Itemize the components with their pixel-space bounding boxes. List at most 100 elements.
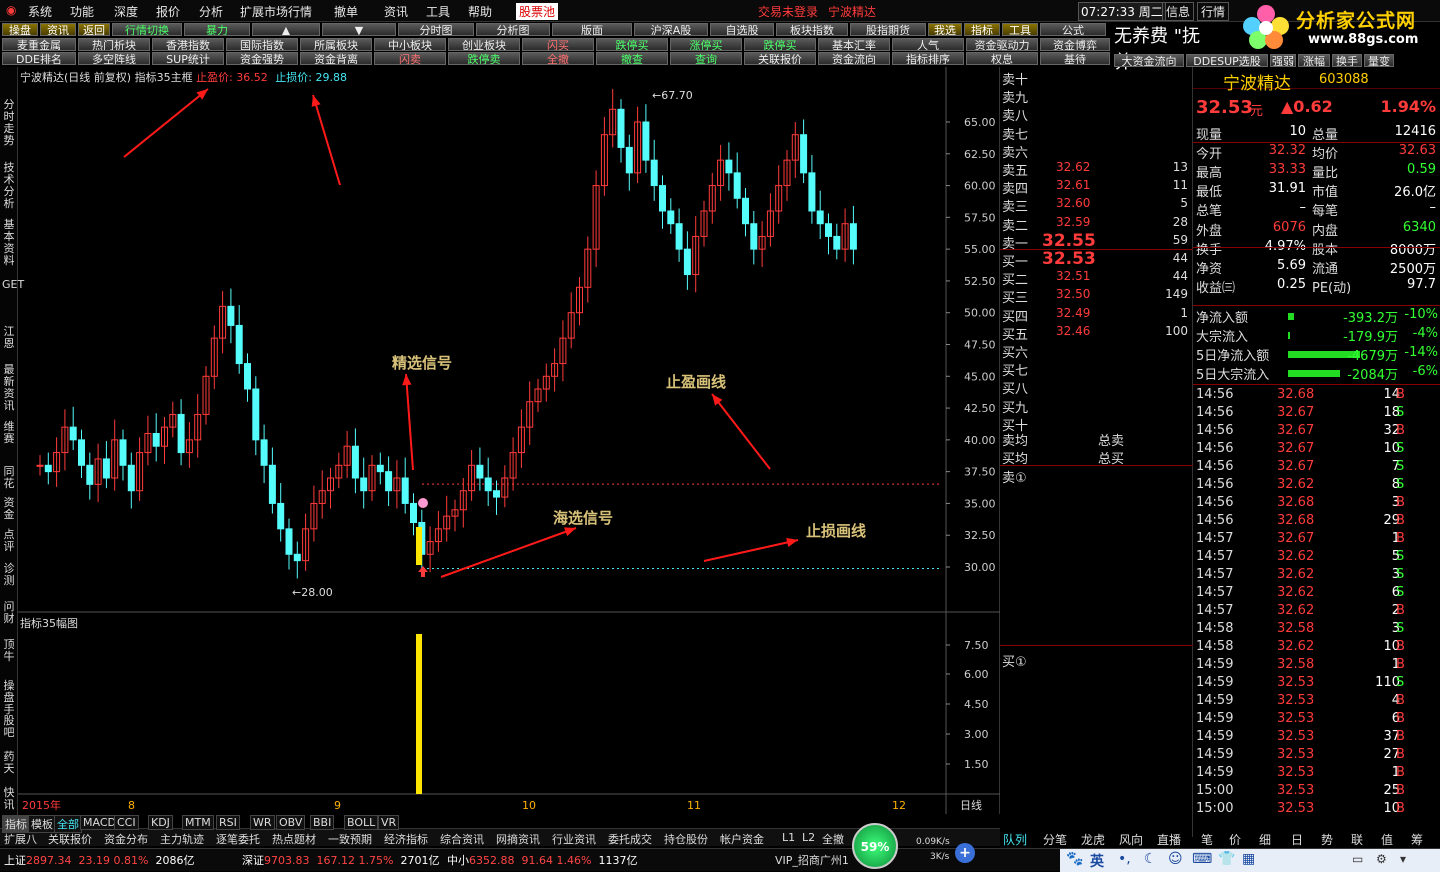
row2-btn-13[interactable]: 资金驱动力 (966, 38, 1038, 51)
right-tab-1[interactable]: 分笔 (1043, 831, 1067, 848)
right-tab-12[interactable]: 筹 (1411, 831, 1423, 848)
ob-price-10[interactable]: 32.53 (1042, 249, 1096, 269)
right-btn-5[interactable]: 量变 (1364, 54, 1394, 67)
right-tab-0[interactable]: 队列 (1003, 831, 1027, 848)
dropdown-icon[interactable]: ▾ (1400, 852, 1406, 866)
chart-area[interactable]: 宁波精达(日线 前复权) 指标35主框 止盈价: 36.52 止损价: 29.8… (18, 67, 1000, 814)
smile-icon[interactable]: ☺ (1168, 851, 1183, 867)
row1-btn-0[interactable]: 操盘 (2, 23, 38, 36)
menu-4[interactable]: 分析 (199, 3, 223, 20)
rail-item-4[interactable]: 江恩 (2, 326, 16, 350)
bottom-menu-3[interactable]: 主力轨迹 (160, 831, 204, 847)
bottom-menu-1[interactable]: 关联报价 (48, 831, 92, 847)
keyboard-icon[interactable]: ⌨ (1192, 851, 1212, 867)
paw-icon[interactable]: 🐾 (1066, 851, 1083, 867)
row2-btn-8[interactable]: 跌停买 (596, 38, 668, 51)
row1-btn-3[interactable]: 行情切换 (112, 23, 182, 36)
row1-btn-1[interactable]: 资讯 (40, 23, 76, 36)
user-icon[interactable]: 👕 (1218, 851, 1235, 867)
right-tab-10[interactable]: 联 (1351, 831, 1363, 848)
app-icon[interactable]: ◉ (6, 3, 16, 17)
rail-item-16[interactable]: 快讯 (2, 787, 16, 811)
row1-btn-5[interactable]: ▲ (252, 23, 320, 36)
window-icon[interactable]: ▭ (1352, 852, 1363, 866)
row1-btn-7[interactable]: 分时图 (398, 23, 474, 36)
settings-icon[interactable]: ⚙ (1376, 852, 1387, 866)
row1-btn-17[interactable]: 公式 (1040, 23, 1106, 36)
row1-btn-8[interactable]: 分析图 (476, 23, 550, 36)
bottom-menu-2[interactable]: 资金分布 (104, 831, 148, 847)
row3-btn-11[interactable]: 资金流向 (818, 52, 890, 65)
ob-price-7[interactable]: 32.60 (1056, 196, 1090, 210)
ob-price-11[interactable]: 32.51 (1056, 269, 1090, 283)
rail-item-1[interactable]: 技术分析 (2, 162, 16, 210)
rail-item-9[interactable]: 点评 (2, 529, 16, 553)
right-tab-2[interactable]: 龙虎 (1081, 831, 1105, 848)
bottom-menu-6[interactable]: 一致预期 (328, 831, 372, 847)
grid-icon[interactable]: ▦ (1242, 851, 1255, 867)
row3-btn-1[interactable]: 多空阵线 (78, 52, 150, 65)
speed-gauge[interactable]: 59% (852, 823, 898, 869)
rail-item-6[interactable]: 维赛 (2, 421, 16, 445)
row1-btn-11[interactable]: 自选股 (710, 23, 774, 36)
row3-btn-12[interactable]: 指标排序 (892, 52, 964, 65)
right-btn-1[interactable]: DDESUP选股 (1186, 54, 1268, 67)
row2-btn-3[interactable]: 国际指数 (226, 38, 298, 51)
right-tab-9[interactable]: 势 (1321, 831, 1333, 848)
row3-btn-5[interactable]: 闪卖 (374, 52, 446, 65)
bottom-menu-0[interactable]: 扩展八 (4, 831, 37, 847)
row2-btn-2[interactable]: 香港指数 (152, 38, 224, 51)
row3-btn-10[interactable]: 关联报价 (744, 52, 816, 65)
ime-mode[interactable]: 英 (1090, 851, 1104, 871)
info-button[interactable]: 信息 (1162, 2, 1195, 21)
rail-item-13[interactable]: 操盘手 (2, 680, 16, 716)
right-btn-3[interactable]: 涨幅 (1298, 54, 1330, 67)
row1-btn-6[interactable]: ▼ (322, 23, 396, 36)
row1-btn-15[interactable]: 指标 (964, 23, 1000, 36)
row1-btn-9[interactable]: 版面 (552, 23, 632, 36)
row2-btn-5[interactable]: 中小板块 (374, 38, 446, 51)
bottom-menu-8[interactable]: 综合资讯 (440, 831, 484, 847)
rail-item-7[interactable]: 同花 (2, 466, 16, 490)
rail-item-5[interactable]: 最新资讯 (2, 364, 16, 412)
rail-item-10[interactable]: 诊测 (2, 563, 16, 587)
bottom-menu-12[interactable]: 持仓股份 (664, 831, 708, 847)
menu-9[interactable]: 帮助 (468, 3, 492, 20)
row1-btn-4[interactable]: 暴力 (184, 23, 250, 36)
right-tab-8[interactable]: 日 (1291, 831, 1303, 848)
ob-price-9[interactable]: 32.55 (1042, 231, 1096, 251)
menu-1[interactable]: 功能 (70, 3, 94, 20)
row3-btn-13[interactable]: 权息 (966, 52, 1038, 65)
bottom-menu-16[interactable]: 全撤 (822, 831, 844, 847)
row1-btn-2[interactable]: 返回 (78, 23, 110, 36)
row2-btn-12[interactable]: 人气 (892, 38, 964, 51)
bottom-menu-13[interactable]: 帐户资金 (720, 831, 764, 847)
menu-7[interactable]: 资讯 (384, 3, 408, 20)
right-tab-11[interactable]: 值 (1381, 831, 1393, 848)
right-tab-7[interactable]: 细 (1259, 831, 1271, 848)
bottom-menu-9[interactable]: 网摘资讯 (496, 831, 540, 847)
ob-price-6[interactable]: 32.61 (1056, 178, 1090, 192)
ob-price-13[interactable]: 32.49 (1056, 306, 1090, 320)
ob-price-5[interactable]: 32.62 (1056, 160, 1090, 174)
rail-item-2[interactable]: 基本资料 (2, 219, 16, 267)
ob-price-14[interactable]: 32.46 (1056, 324, 1090, 338)
row2-btn-1[interactable]: 热门析块 (78, 38, 150, 51)
row3-btn-0[interactable]: DDE排名 (2, 52, 76, 65)
add-icon[interactable]: + (955, 843, 975, 863)
row3-btn-4[interactable]: 资金背离 (300, 52, 372, 65)
candlestick-chart[interactable]: 65.00 62.50 60.00 57.50 55.00 52.50 50.00 47.50… (18, 67, 1000, 814)
row3-btn-9[interactable]: 查询 (670, 52, 742, 65)
right-btn-2[interactable]: 强弱 (1270, 54, 1296, 67)
row2-btn-0[interactable]: 麦重金属 (2, 38, 76, 51)
bottom-menu-7[interactable]: 经济指标 (384, 831, 428, 847)
bottom-menu-15[interactable]: L2 (802, 831, 815, 844)
row2-btn-7[interactable]: 闪买 (522, 38, 594, 51)
rail-item-14[interactable]: 股吧 (2, 715, 16, 739)
menu-8[interactable]: 工具 (426, 3, 450, 20)
menu-5[interactable]: 扩展市场行情 (240, 3, 312, 20)
rail-item-11[interactable]: 问财 (2, 601, 16, 625)
bottom-menu-5[interactable]: 热点题材 (272, 831, 316, 847)
rail-item-15[interactable]: 药天 (2, 751, 16, 775)
menu-3[interactable]: 报价 (156, 3, 180, 20)
